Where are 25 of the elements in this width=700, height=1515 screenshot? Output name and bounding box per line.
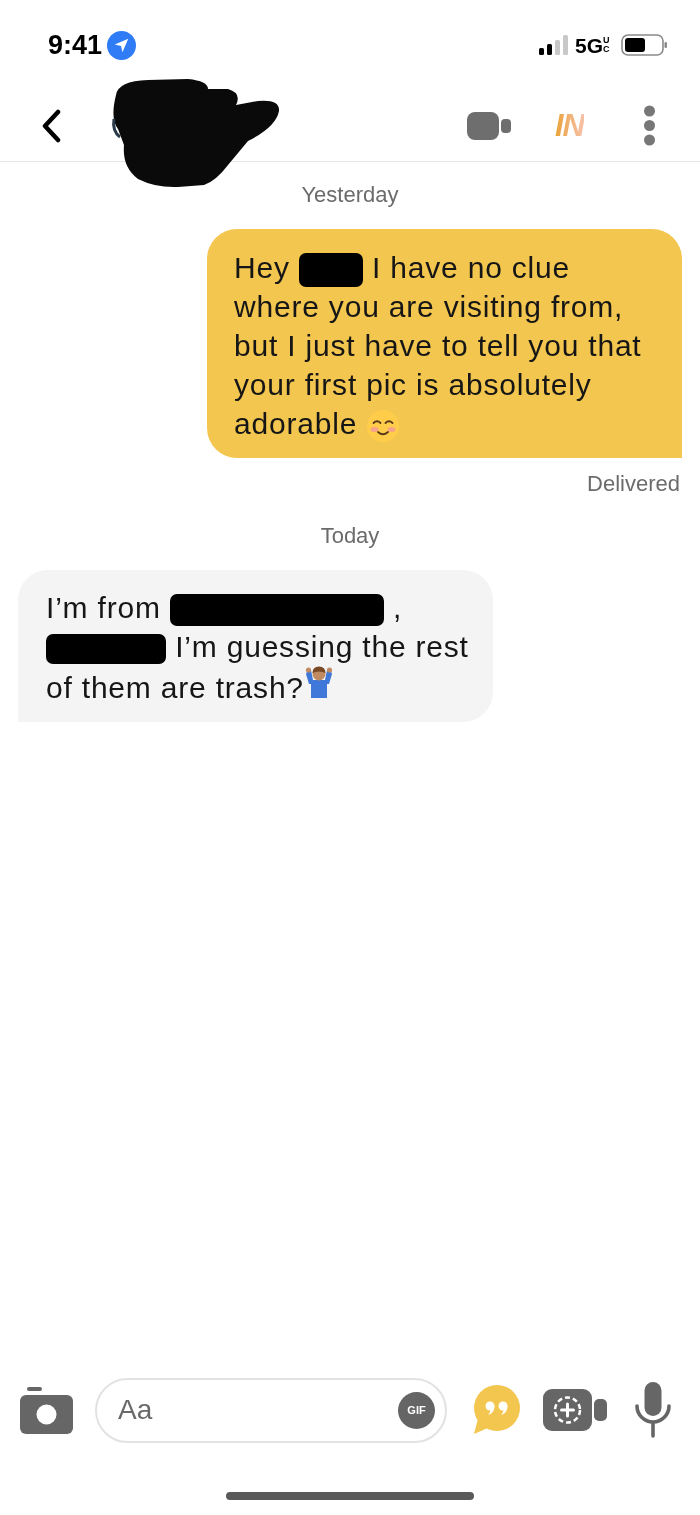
redaction-mark — [298, 253, 363, 288]
date-separator: Yesterday — [301, 182, 399, 208]
smiling-face-icon — [366, 409, 401, 444]
video-call-button[interactable] — [467, 110, 511, 141]
network-suffix: UC — [603, 36, 611, 54]
signal-bars-icon — [539, 35, 569, 55]
microphone-button[interactable] — [635, 1382, 671, 1438]
delivery-status: Delivered — [587, 471, 680, 498]
message-text: Hey I have no clue where you are visiting from, but I just have to tell you that your first pic is absolutely adorable — [234, 248, 652, 444]
status-time: 9:41 — [48, 28, 103, 62]
battery-icon — [621, 34, 668, 56]
network-type: 5G — [575, 34, 603, 56]
more-options-button[interactable] — [642, 104, 656, 147]
date-separator: Today — [320, 523, 380, 550]
more-options-icon — [642, 105, 656, 146]
camera-icon — [20, 1386, 73, 1434]
back-chevron-icon — [40, 108, 62, 143]
video-camera-icon — [467, 111, 511, 140]
video-plus-icon — [543, 1389, 607, 1431]
quote-bubble-icon — [472, 1385, 520, 1435]
microphone-icon — [635, 1382, 671, 1438]
video-add-button[interactable] — [543, 1389, 607, 1431]
shrugging-person-icon — [303, 666, 334, 699]
camera-button[interactable] — [20, 1386, 73, 1434]
message-text: I’m from , I’m guessing the rest of them are trash? — [46, 590, 470, 707]
